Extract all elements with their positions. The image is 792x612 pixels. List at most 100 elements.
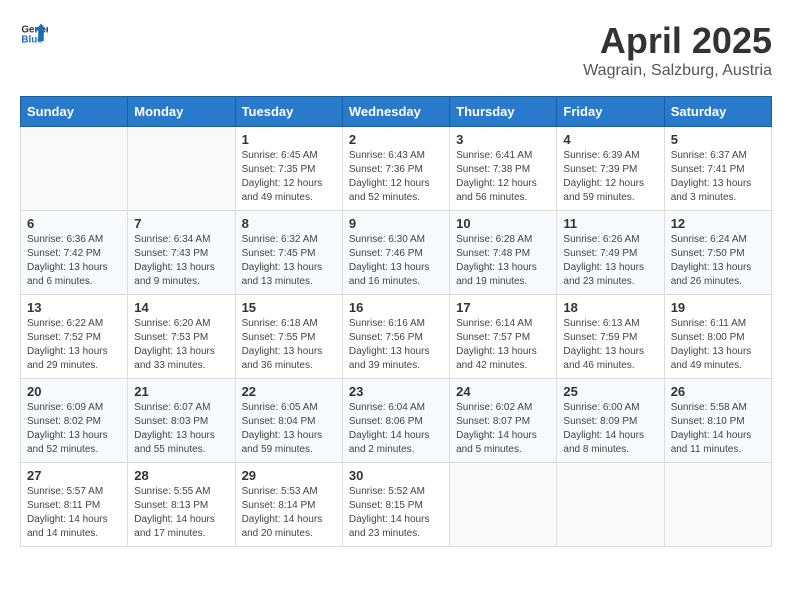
day-info: Sunrise: 6:00 AM Sunset: 8:09 PM Dayligh… [563, 401, 657, 457]
day-info: Sunrise: 6:43 AM Sunset: 7:36 PM Dayligh… [349, 149, 443, 205]
location-title: Wagrain, Salzburg, Austria [583, 62, 772, 80]
day-info: Sunrise: 6:13 AM Sunset: 7:59 PM Dayligh… [563, 317, 657, 373]
day-info: Sunrise: 6:28 AM Sunset: 7:48 PM Dayligh… [456, 233, 550, 289]
calendar-cell: 5 Sunrise: 6:37 AM Sunset: 7:41 PM Daylig… [664, 127, 771, 211]
calendar-cell: 16 Sunrise: 6:16 AM Sunset: 7:56 PM Dayli… [342, 295, 449, 379]
day-number: 4 [563, 132, 657, 147]
calendar-week-row: 27 Sunrise: 5:57 AM Sunset: 8:11 PM Dayli… [21, 463, 772, 547]
day-info: Sunrise: 6:32 AM Sunset: 7:45 PM Dayligh… [242, 233, 336, 289]
calendar-cell: 2 Sunrise: 6:43 AM Sunset: 7:36 PM Daylig… [342, 127, 449, 211]
day-of-week-header: Saturday [664, 97, 771, 127]
logo: General Blue [20, 20, 48, 48]
calendar-cell: 24 Sunrise: 6:02 AM Sunset: 8:07 PM Dayli… [450, 379, 557, 463]
calendar-cell: 23 Sunrise: 6:04 AM Sunset: 8:06 PM Dayli… [342, 379, 449, 463]
day-info: Sunrise: 6:04 AM Sunset: 8:06 PM Dayligh… [349, 401, 443, 457]
calendar-cell: 9Sunrise: 6:30 AM Sunset: 7:46 PM Daylig… [342, 211, 449, 295]
day-number: 14 [134, 300, 228, 315]
day-info: Sunrise: 6:34 AM Sunset: 7:43 PM Dayligh… [134, 233, 228, 289]
calendar-cell: 7 Sunrise: 6:34 AM Sunset: 7:43 PM Daylig… [128, 211, 235, 295]
day-number: 6 [27, 216, 121, 231]
day-info: Sunrise: 6:39 AM Sunset: 7:39 PM Dayligh… [563, 149, 657, 205]
day-of-week-header: Thursday [450, 97, 557, 127]
day-number: 29 [242, 468, 336, 483]
calendar-cell: 12Sunrise: 6:24 AM Sunset: 7:50 PM Dayli… [664, 211, 771, 295]
calendar-cell: 6 Sunrise: 6:36 AM Sunset: 7:42 PM Daylig… [21, 211, 128, 295]
day-info: Sunrise: 6:16 AM Sunset: 7:56 PM Dayligh… [349, 317, 443, 373]
day-info: Sunrise: 6:18 AM Sunset: 7:55 PM Dayligh… [242, 317, 336, 373]
day-info: Sunrise: 6:45 AM Sunset: 7:35 PM Dayligh… [242, 149, 336, 205]
day-info: Sunrise: 5:58 AM Sunset: 8:10 PM Dayligh… [671, 401, 765, 457]
day-info: Sunrise: 6:07 AM Sunset: 8:03 PM Dayligh… [134, 401, 228, 457]
day-info: Sunrise: 6:22 AM Sunset: 7:52 PM Dayligh… [27, 317, 121, 373]
calendar-cell: 1Sunrise: 6:45 AM Sunset: 7:35 PM Daylig… [235, 127, 342, 211]
calendar-week-row: 1Sunrise: 6:45 AM Sunset: 7:35 PM Daylig… [21, 127, 772, 211]
title-area: April 2025 Wagrain, Salzburg, Austria [583, 20, 772, 80]
day-info: Sunrise: 6:02 AM Sunset: 8:07 PM Dayligh… [456, 401, 550, 457]
day-number: 26 [671, 384, 765, 399]
day-info: Sunrise: 6:05 AM Sunset: 8:04 PM Dayligh… [242, 401, 336, 457]
day-of-week-header: Friday [557, 97, 664, 127]
day-number: 25 [563, 384, 657, 399]
day-number: 5 [671, 132, 765, 147]
calendar-cell: 8Sunrise: 6:32 AM Sunset: 7:45 PM Daylig… [235, 211, 342, 295]
calendar-week-row: 6 Sunrise: 6:36 AM Sunset: 7:42 PM Daylig… [21, 211, 772, 295]
day-of-week-header: Sunday [21, 97, 128, 127]
calendar-cell: 17 Sunrise: 6:14 AM Sunset: 7:57 PM Dayli… [450, 295, 557, 379]
day-number: 18 [563, 300, 657, 315]
calendar-cell: 27 Sunrise: 5:57 AM Sunset: 8:11 PM Dayli… [21, 463, 128, 547]
day-info: Sunrise: 5:57 AM Sunset: 8:11 PM Dayligh… [27, 485, 121, 541]
day-number: 30 [349, 468, 443, 483]
calendar-cell [21, 127, 128, 211]
day-info: Sunrise: 6:41 AM Sunset: 7:38 PM Dayligh… [456, 149, 550, 205]
calendar-cell: 19Sunrise: 6:11 AM Sunset: 8:00 PM Dayli… [664, 295, 771, 379]
day-of-week-header: Tuesday [235, 97, 342, 127]
calendar-cell [450, 463, 557, 547]
calendar-cell [128, 127, 235, 211]
day-info: Sunrise: 5:55 AM Sunset: 8:13 PM Dayligh… [134, 485, 228, 541]
day-info: Sunrise: 6:20 AM Sunset: 7:53 PM Dayligh… [134, 317, 228, 373]
calendar-cell: 26 Sunrise: 5:58 AM Sunset: 8:10 PM Dayli… [664, 379, 771, 463]
day-number: 27 [27, 468, 121, 483]
calendar-cell: 25 Sunrise: 6:00 AM Sunset: 8:09 PM Dayli… [557, 379, 664, 463]
calendar-cell: 29Sunrise: 5:53 AM Sunset: 8:14 PM Dayli… [235, 463, 342, 547]
calendar-cell: 20 Sunrise: 6:09 AM Sunset: 8:02 PM Dayli… [21, 379, 128, 463]
day-number: 16 [349, 300, 443, 315]
day-info: Sunrise: 6:14 AM Sunset: 7:57 PM Dayligh… [456, 317, 550, 373]
day-info: Sunrise: 6:37 AM Sunset: 7:41 PM Dayligh… [671, 149, 765, 205]
calendar-cell: 13 Sunrise: 6:22 AM Sunset: 7:52 PM Dayli… [21, 295, 128, 379]
day-number: 2 [349, 132, 443, 147]
day-number: 20 [27, 384, 121, 399]
day-number: 13 [27, 300, 121, 315]
calendar-week-row: 13 Sunrise: 6:22 AM Sunset: 7:52 PM Dayli… [21, 295, 772, 379]
day-info: Sunrise: 6:24 AM Sunset: 7:50 PM Dayligh… [671, 233, 765, 289]
day-number: 15 [242, 300, 336, 315]
calendar-cell: 14 Sunrise: 6:20 AM Sunset: 7:53 PM Dayli… [128, 295, 235, 379]
calendar-cell [664, 463, 771, 547]
day-number: 11 [563, 216, 657, 231]
month-title: April 2025 [583, 20, 772, 62]
calendar-cell [557, 463, 664, 547]
day-info: Sunrise: 6:36 AM Sunset: 7:42 PM Dayligh… [27, 233, 121, 289]
day-number: 23 [349, 384, 443, 399]
calendar-cell: 28 Sunrise: 5:55 AM Sunset: 8:13 PM Dayli… [128, 463, 235, 547]
calendar-cell: 11 Sunrise: 6:26 AM Sunset: 7:49 PM Dayli… [557, 211, 664, 295]
day-number: 7 [134, 216, 228, 231]
day-number: 17 [456, 300, 550, 315]
calendar-cell: 21 Sunrise: 6:07 AM Sunset: 8:03 PM Dayli… [128, 379, 235, 463]
day-info: Sunrise: 6:09 AM Sunset: 8:02 PM Dayligh… [27, 401, 121, 457]
day-info: Sunrise: 6:30 AM Sunset: 7:46 PM Dayligh… [349, 233, 443, 289]
day-number: 28 [134, 468, 228, 483]
day-info: Sunrise: 5:52 AM Sunset: 8:15 PM Dayligh… [349, 485, 443, 541]
day-number: 24 [456, 384, 550, 399]
calendar-cell: 3Sunrise: 6:41 AM Sunset: 7:38 PM Daylig… [450, 127, 557, 211]
calendar-cell: 4 Sunrise: 6:39 AM Sunset: 7:39 PM Daylig… [557, 127, 664, 211]
day-of-week-header: Monday [128, 97, 235, 127]
calendar-week-row: 20 Sunrise: 6:09 AM Sunset: 8:02 PM Dayli… [21, 379, 772, 463]
calendar-cell: 22Sunrise: 6:05 AM Sunset: 8:04 PM Dayli… [235, 379, 342, 463]
day-info: Sunrise: 6:26 AM Sunset: 7:49 PM Dayligh… [563, 233, 657, 289]
day-of-week-header: Wednesday [342, 97, 449, 127]
calendar-cell: 10Sunrise: 6:28 AM Sunset: 7:48 PM Dayli… [450, 211, 557, 295]
day-number: 21 [134, 384, 228, 399]
day-number: 19 [671, 300, 765, 315]
logo-icon: General Blue [20, 20, 48, 48]
